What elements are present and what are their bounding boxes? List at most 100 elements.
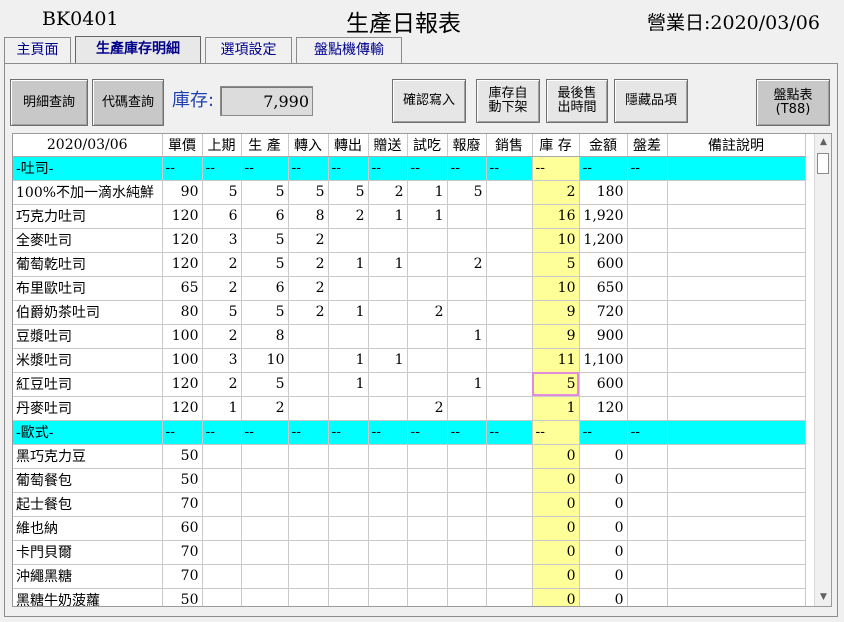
- column-header[interactable]: 轉入: [288, 134, 329, 157]
- table-cell[interactable]: 1: [368, 252, 408, 277]
- hide-items-button[interactable]: 隱藏品項: [614, 79, 688, 123]
- table-cell[interactable]: [241, 540, 289, 565]
- table-cell[interactable]: 6: [202, 204, 242, 229]
- table-cell[interactable]: 5: [241, 252, 289, 277]
- table-cell[interactable]: 2: [202, 252, 242, 277]
- table-cell[interactable]: [486, 276, 533, 301]
- table-cell[interactable]: [486, 228, 533, 253]
- table-cell[interactable]: [486, 324, 533, 349]
- item-name-cell[interactable]: 米漿吐司: [13, 348, 163, 373]
- inventory-sheet-t88-button[interactable]: 盤點表 (T88): [756, 79, 830, 126]
- table-cell[interactable]: [486, 540, 533, 565]
- table-cell[interactable]: [627, 516, 668, 541]
- table-cell[interactable]: [288, 468, 329, 493]
- table-cell[interactable]: [486, 588, 533, 606]
- table-cell[interactable]: [627, 204, 668, 229]
- table-row[interactable]: 黑糖牛奶菠蘿 50 0 0: [13, 588, 806, 606]
- table-cell[interactable]: --: [579, 156, 628, 181]
- table-cell[interactable]: [627, 228, 668, 253]
- table-cell[interactable]: --: [202, 420, 242, 445]
- table-cell[interactable]: 5: [241, 372, 289, 397]
- item-name-cell[interactable]: 100%不加一滴水純鮮: [13, 180, 163, 205]
- tab-main-page[interactable]: 主頁面: [4, 37, 71, 64]
- scroll-thumb[interactable]: [817, 153, 829, 174]
- table-row[interactable]: 起士餐包 70 0 0: [13, 492, 806, 517]
- table-cell[interactable]: --: [328, 420, 369, 445]
- table-cell[interactable]: 2: [407, 300, 448, 325]
- table-row[interactable]: 沖繩黑糖 70 0 0: [13, 564, 806, 589]
- table-cell[interactable]: 60: [162, 516, 203, 541]
- table-cell[interactable]: --: [202, 156, 242, 181]
- table-cell[interactable]: 120: [162, 396, 203, 421]
- table-cell[interactable]: [667, 468, 806, 493]
- item-name-cell[interactable]: 紅豆吐司: [13, 372, 163, 397]
- table-row[interactable]: 全麥吐司 120 3 5 2 10 1,200: [13, 228, 806, 253]
- table-cell[interactable]: [627, 468, 668, 493]
- table-cell[interactable]: --: [407, 156, 448, 181]
- table-cell[interactable]: [407, 324, 448, 349]
- tab-options-settings[interactable]: 選項設定: [205, 37, 292, 64]
- table-cell[interactable]: [667, 588, 806, 606]
- table-cell[interactable]: --: [288, 420, 329, 445]
- column-header[interactable]: 庫 存: [532, 134, 580, 157]
- table-cell[interactable]: [407, 276, 448, 301]
- table-cell[interactable]: 50: [162, 468, 203, 493]
- table-cell[interactable]: [486, 492, 533, 517]
- table-cell[interactable]: --: [627, 156, 668, 181]
- table-cell[interactable]: 2: [407, 396, 448, 421]
- item-name-cell[interactable]: 葡萄乾吐司: [13, 252, 163, 277]
- table-cell[interactable]: [368, 300, 408, 325]
- table-cell[interactable]: [667, 564, 806, 589]
- table-cell[interactable]: [627, 564, 668, 589]
- table-cell[interactable]: [667, 516, 806, 541]
- table-cell[interactable]: [447, 300, 487, 325]
- table-cell[interactable]: [288, 372, 329, 397]
- item-name-cell[interactable]: -吐司-: [13, 156, 163, 181]
- table-cell[interactable]: 1: [328, 252, 369, 277]
- table-cell[interactable]: --: [486, 420, 533, 445]
- table-cell[interactable]: [202, 540, 242, 565]
- table-cell[interactable]: [368, 516, 408, 541]
- table-cell[interactable]: 120: [162, 252, 203, 277]
- tab-production-inventory-detail[interactable]: 生產庫存明細: [75, 36, 201, 65]
- table-cell[interactable]: --: [532, 156, 580, 181]
- table-cell[interactable]: [486, 180, 533, 205]
- table-cell[interactable]: [368, 372, 408, 397]
- column-header[interactable]: 單價: [162, 134, 203, 157]
- table-row[interactable]: 黑巧克力豆 50 0 0: [13, 444, 806, 469]
- column-header[interactable]: 備註說明: [667, 134, 806, 157]
- table-cell[interactable]: [667, 396, 806, 421]
- table-cell[interactable]: --: [579, 420, 628, 445]
- table-cell[interactable]: 5: [241, 300, 289, 325]
- item-name-cell[interactable]: 全麥吐司: [13, 228, 163, 253]
- column-header[interactable]: 銷售: [486, 134, 533, 157]
- table-cell[interactable]: 5: [328, 180, 369, 205]
- table-cell[interactable]: [447, 540, 487, 565]
- table-cell[interactable]: 100: [162, 324, 203, 349]
- table-cell[interactable]: [328, 564, 369, 589]
- table-cell[interactable]: [447, 228, 487, 253]
- table-cell[interactable]: [486, 300, 533, 325]
- table-cell[interactable]: [407, 492, 448, 517]
- table-cell[interactable]: 8: [288, 204, 329, 229]
- table-cell[interactable]: 1: [202, 396, 242, 421]
- table-cell[interactable]: [202, 588, 242, 606]
- column-header[interactable]: 金額: [579, 134, 628, 157]
- table-cell[interactable]: [667, 492, 806, 517]
- table-cell[interactable]: [202, 444, 242, 469]
- table-cell[interactable]: [407, 468, 448, 493]
- table-cell[interactable]: 2: [288, 300, 329, 325]
- table-cell[interactable]: [486, 444, 533, 469]
- table-cell[interactable]: 90: [162, 180, 203, 205]
- table-cell[interactable]: [368, 324, 408, 349]
- table-cell[interactable]: 0: [532, 588, 580, 606]
- table-cell[interactable]: [447, 564, 487, 589]
- table-cell[interactable]: [667, 444, 806, 469]
- table-cell[interactable]: [407, 588, 448, 606]
- column-header[interactable]: 贈送: [368, 134, 408, 157]
- table-cell[interactable]: 0: [579, 588, 628, 606]
- table-cell[interactable]: 2: [288, 276, 329, 301]
- table-cell[interactable]: [288, 540, 329, 565]
- table-cell[interactable]: [667, 372, 806, 397]
- table-cell[interactable]: [447, 204, 487, 229]
